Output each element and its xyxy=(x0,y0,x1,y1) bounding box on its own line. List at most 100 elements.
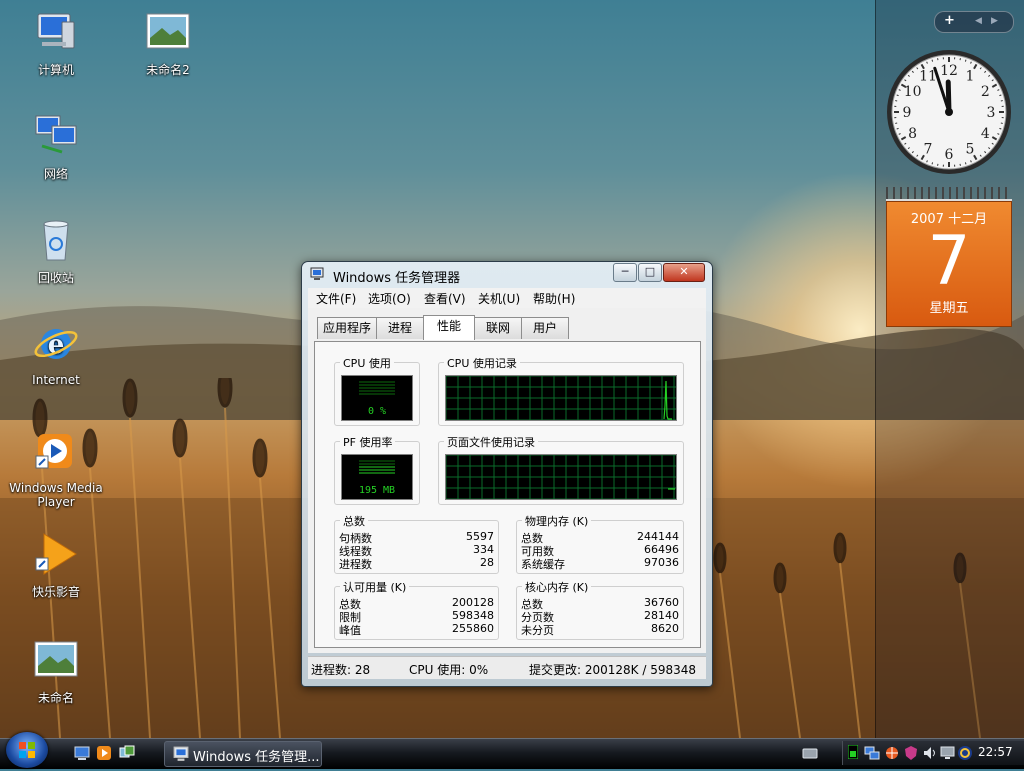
cpu-usage-label: CPU 使用 xyxy=(340,355,394,371)
cpu-history-label: CPU 使用记录 xyxy=(444,355,520,371)
cpu-meter-bars xyxy=(342,376,412,406)
stat-key: 峰值 xyxy=(339,622,361,638)
physical-row-total: 总数244144 xyxy=(517,530,683,543)
desktop-icon-internet[interactable]: e Internet xyxy=(6,320,106,387)
stat-key: 未分页 xyxy=(521,622,554,638)
menu-file[interactable]: 文件(F) xyxy=(316,290,356,307)
clock-number: 1 xyxy=(966,69,975,85)
stat-value: 8620 xyxy=(651,622,679,635)
stat-key: 系统缓存 xyxy=(521,556,565,572)
clock-gadget[interactable]: 121234567891011 xyxy=(885,48,1013,176)
pf-history-label: 页面文件使用记录 xyxy=(444,434,538,450)
window-title: Windows 任务管理器 xyxy=(333,267,460,286)
stat-value: 255860 xyxy=(452,622,494,635)
clock-number: 7 xyxy=(924,141,933,157)
tab-networking[interactable]: 联网 xyxy=(474,317,522,339)
media-tray-icon[interactable] xyxy=(957,745,973,761)
task-manager-window[interactable]: Windows 任务管理器 ─ □ ✕ 文件(F) 选项(O) 查看(V) 关机… xyxy=(301,261,713,687)
pf-history-group: 页面文件使用记录 xyxy=(438,441,684,505)
status-commit: 提交更改: 200128K / 598348 xyxy=(529,661,703,678)
media-player-icon xyxy=(32,530,80,578)
start-button[interactable] xyxy=(6,732,48,768)
stat-value: 598348 xyxy=(452,609,494,622)
taskbar-button-label: Windows 任务管理... xyxy=(193,746,320,765)
next-gadget-button[interactable]: ▶ xyxy=(991,16,998,26)
close-button[interactable]: ✕ xyxy=(663,263,705,282)
status-cpu: CPU 使用: 0% xyxy=(409,661,488,678)
stat-value: 28140 xyxy=(644,609,679,622)
pf-usage-value: 195 MB xyxy=(342,485,412,496)
clock-number: 6 xyxy=(945,147,954,163)
menu-shutdown[interactable]: 关机(U) xyxy=(478,290,520,307)
keyboard-icon[interactable] xyxy=(802,746,818,760)
clock-number: 5 xyxy=(966,141,975,157)
internet-explorer-icon: e xyxy=(32,320,80,368)
totals-group: 总数 句柄数5597 线程数334 进程数28 xyxy=(334,520,499,574)
cpu-history-graph xyxy=(445,375,677,421)
desktop-icon-label: 未命名 xyxy=(6,689,106,706)
media-player-quicklaunch-icon[interactable] xyxy=(96,745,112,761)
calendar-weekday: 星期五 xyxy=(887,297,1011,316)
pinwheel-tray-icon[interactable] xyxy=(884,745,900,761)
totals-row-handles: 句柄数5597 xyxy=(335,530,498,543)
taskbar-clock[interactable]: 22:57 xyxy=(978,745,1013,759)
status-bar: 进程数: 28 CPU 使用: 0% 提交更改: 200128K / 59834… xyxy=(308,656,706,679)
pf-usage-group: PF 使用率 195 MB xyxy=(334,441,420,505)
desktop-icon-kuaile[interactable]: 快乐影音 xyxy=(6,530,106,600)
desktop-icon-wmp[interactable]: Windows Media Player xyxy=(6,428,106,509)
maximize-button[interactable]: □ xyxy=(638,263,662,282)
volume-icon[interactable] xyxy=(922,745,938,761)
stat-value: 200128 xyxy=(452,596,494,609)
task-manager-tray-icon[interactable] xyxy=(848,745,858,759)
tab-processes[interactable]: 进程 xyxy=(376,317,424,339)
desktop-icon-unnamed2[interactable]: 未命名2 xyxy=(118,8,218,78)
title-bar[interactable]: Windows 任务管理器 ─ □ ✕ xyxy=(302,262,712,286)
image-file-icon xyxy=(144,8,192,56)
kernel-row-paged: 分页数28140 xyxy=(517,609,683,622)
show-desktop-icon[interactable] xyxy=(74,745,90,761)
performance-page: CPU 使用 0 % CPU 使用记录 xyxy=(314,341,701,648)
menu-view[interactable]: 查看(V) xyxy=(424,290,466,307)
physical-memory-label: 物理内存 (K) xyxy=(522,513,591,529)
windows-media-player-icon xyxy=(32,428,80,476)
kernel-row-total: 总数36760 xyxy=(517,596,683,609)
menu-options[interactable]: 选项(O) xyxy=(368,290,411,307)
physical-memory-group: 物理内存 (K) 总数244144 可用数66496 系统缓存97036 xyxy=(516,520,684,574)
tab-applications[interactable]: 应用程序 xyxy=(317,317,377,339)
menu-help[interactable]: 帮助(H) xyxy=(533,290,575,307)
recycle-bin-icon xyxy=(32,216,80,264)
clock-number: 2 xyxy=(981,84,990,100)
status-processes: 进程数: 28 xyxy=(311,661,370,678)
network-tray-icon[interactable] xyxy=(864,745,880,761)
calendar-gadget[interactable]: 2007 十二月 7 星期五 xyxy=(886,187,1012,325)
kernel-memory-group: 核心内存 (K) 总数36760 分页数28140 未分页8620 xyxy=(516,586,684,640)
clock-number: 3 xyxy=(987,105,996,121)
clock-number: 4 xyxy=(981,126,990,142)
calendar-rings xyxy=(886,187,1012,201)
desktop-icon-label: 快乐影音 xyxy=(6,583,106,600)
desktop-icon-recycle-bin[interactable]: 回收站 xyxy=(6,216,106,286)
tab-users[interactable]: 用户 xyxy=(521,317,569,339)
clock-number: 12 xyxy=(940,63,958,79)
commit-row-limit: 限制598348 xyxy=(335,609,498,622)
add-gadget-button[interactable]: + xyxy=(944,13,955,28)
display-tray-icon[interactable] xyxy=(940,745,956,761)
physical-row-cache: 系统缓存97036 xyxy=(517,556,683,569)
desktop-icon-network[interactable]: 网络 xyxy=(6,112,106,182)
stat-value: 5597 xyxy=(466,530,494,543)
totals-label: 总数 xyxy=(340,513,368,529)
minimize-button[interactable]: ─ xyxy=(613,263,637,282)
security-tray-icon[interactable] xyxy=(903,745,919,761)
network-icon xyxy=(32,112,80,160)
stat-value: 66496 xyxy=(644,543,679,556)
prev-gadget-button[interactable]: ◀ xyxy=(975,16,982,26)
desktop-icon-computer[interactable]: 计算机 xyxy=(6,8,106,78)
cpu-usage-group: CPU 使用 0 % xyxy=(334,362,420,426)
switch-windows-icon[interactable] xyxy=(119,745,135,761)
taskbar-task-manager-button[interactable]: Windows 任务管理... xyxy=(164,741,322,767)
totals-row-threads: 线程数334 xyxy=(335,543,498,556)
sidebar-controls: + ◀ ▶ xyxy=(934,11,1014,33)
task-manager-icon xyxy=(173,746,189,762)
desktop-icon-unnamed[interactable]: 未命名 xyxy=(6,636,106,706)
tab-performance[interactable]: 性能 xyxy=(423,315,475,340)
